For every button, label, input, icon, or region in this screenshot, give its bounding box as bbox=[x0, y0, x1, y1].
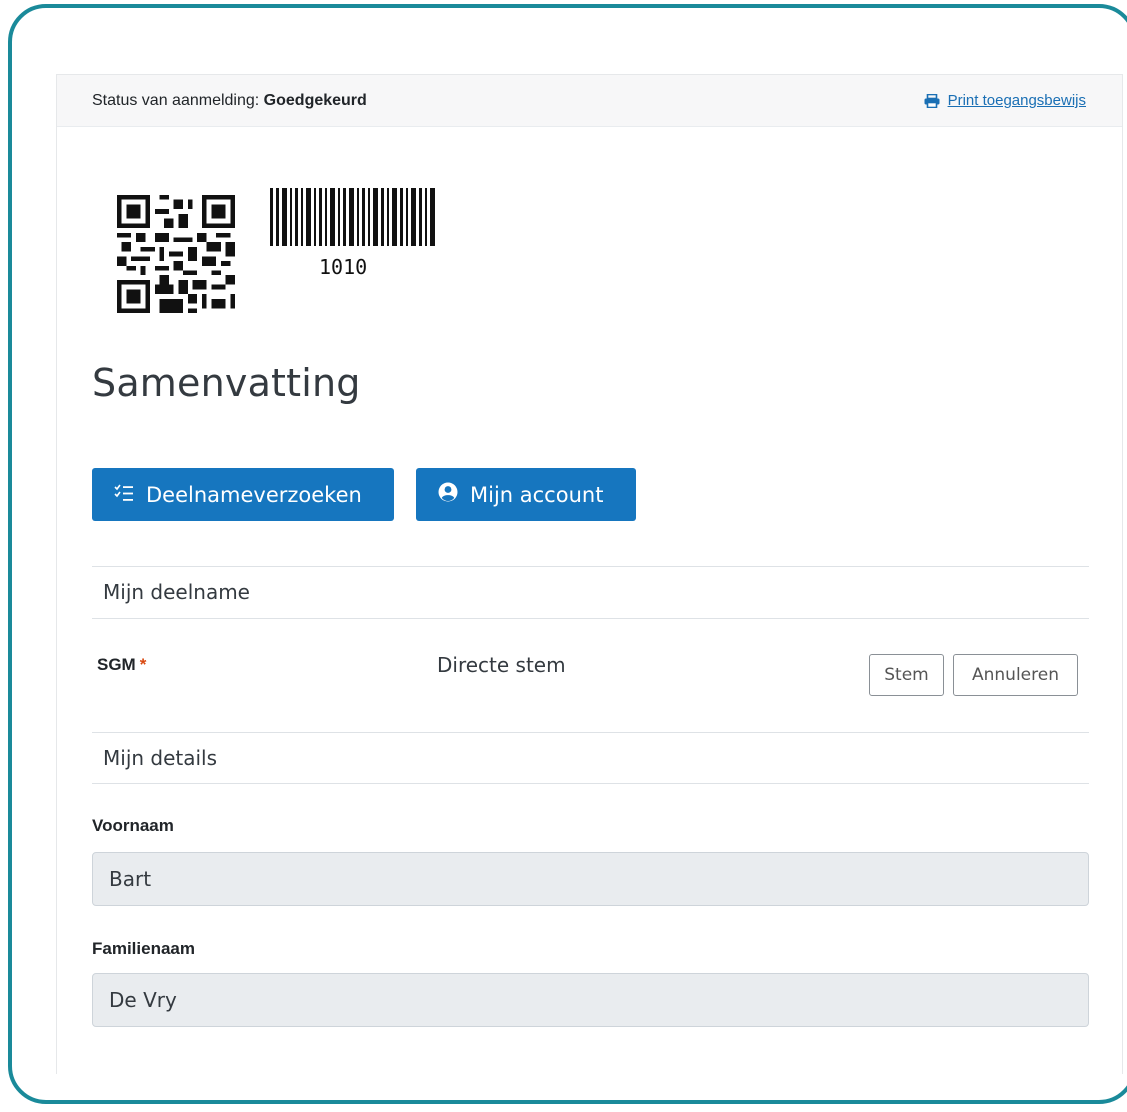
my-details-heading: Mijn details bbox=[103, 746, 218, 770]
status-prefix: Status van aanmelding: bbox=[92, 92, 264, 109]
participation-item-label: SGM * bbox=[97, 655, 146, 675]
required-marker: * bbox=[139, 655, 147, 674]
last-name-field[interactable]: De Vry bbox=[92, 973, 1089, 1027]
print-link-label: Print toegangsbewijs bbox=[947, 92, 1086, 109]
my-participation-heading: Mijn deelname bbox=[103, 580, 250, 604]
app-frame: Status van aanmelding: Goedgekeurd Print… bbox=[8, 4, 1127, 1104]
registration-status: Status van aanmelding: Goedgekeurd bbox=[92, 92, 367, 110]
divider bbox=[92, 783, 1089, 784]
participation-requests-label: Deelnameverzoeken bbox=[146, 482, 362, 507]
page-title: Samenvatting bbox=[92, 361, 361, 405]
first-name-label: Voornaam bbox=[92, 816, 174, 835]
user-circle-icon bbox=[438, 482, 458, 507]
print-ticket-link[interactable]: Print toegangsbewijs bbox=[924, 92, 1086, 109]
printer-icon bbox=[924, 93, 940, 108]
status-value: Goedgekeurd bbox=[263, 92, 367, 109]
checklist-icon bbox=[114, 483, 134, 507]
vote-button[interactable]: Stem bbox=[869, 654, 944, 696]
qr-code bbox=[117, 195, 235, 318]
participation-requests-button[interactable]: Deelnameverzoeken bbox=[92, 468, 394, 521]
last-name-label: Familienaam bbox=[92, 939, 195, 958]
divider bbox=[92, 618, 1089, 619]
cancel-button[interactable]: Annuleren bbox=[953, 654, 1078, 696]
my-account-button[interactable]: Mijn account bbox=[416, 468, 636, 521]
divider bbox=[92, 732, 1089, 733]
vote-type: Directe stem bbox=[437, 653, 566, 677]
barcode bbox=[270, 188, 435, 251]
registration-card: Status van aanmelding: Goedgekeurd Print… bbox=[56, 74, 1123, 1074]
divider bbox=[92, 566, 1089, 567]
participation-item-name: SGM bbox=[97, 655, 136, 674]
my-account-label: Mijn account bbox=[470, 482, 604, 507]
barcode-number: 1010 bbox=[319, 255, 368, 279]
first-name-field[interactable]: Bart bbox=[92, 852, 1089, 906]
card-header: Status van aanmelding: Goedgekeurd Print… bbox=[57, 75, 1122, 127]
